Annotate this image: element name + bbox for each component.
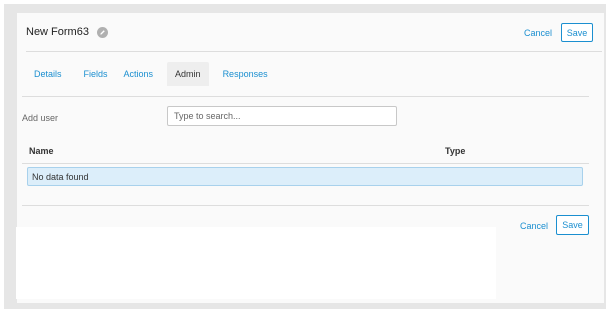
- tab-responses[interactable]: Responses: [215, 62, 276, 86]
- tab-actions[interactable]: Actions: [116, 62, 162, 86]
- user-search-input[interactable]: [167, 106, 397, 126]
- footer-divider: [22, 205, 589, 206]
- empty-state-row: No data found: [27, 167, 583, 186]
- tab-bar: Details Fields Actions Admin Responses: [26, 62, 276, 86]
- app-frame: New Form63 Cancel Save Details Fields Ac…: [4, 4, 606, 309]
- form-header: New Form63: [26, 26, 108, 38]
- footer-cancel-button[interactable]: Cancel: [520, 221, 548, 231]
- tab-details[interactable]: Details: [26, 62, 70, 86]
- tab-fields[interactable]: Fields: [76, 62, 116, 86]
- footer-save-button[interactable]: Save: [556, 215, 589, 235]
- pencil-icon[interactable]: [96, 26, 108, 38]
- tabs-divider: [22, 96, 589, 97]
- save-button[interactable]: Save: [561, 23, 593, 42]
- header-divider: [26, 51, 602, 52]
- cancel-button[interactable]: Cancel: [524, 28, 552, 38]
- column-type[interactable]: Type: [445, 146, 465, 156]
- table-header: Name Type: [22, 140, 589, 164]
- add-user-label: Add user: [22, 113, 59, 123]
- tab-admin[interactable]: Admin: [167, 62, 209, 86]
- page-title: New Form63: [26, 26, 89, 38]
- content-area: [16, 227, 496, 299]
- column-name[interactable]: Name: [29, 146, 54, 156]
